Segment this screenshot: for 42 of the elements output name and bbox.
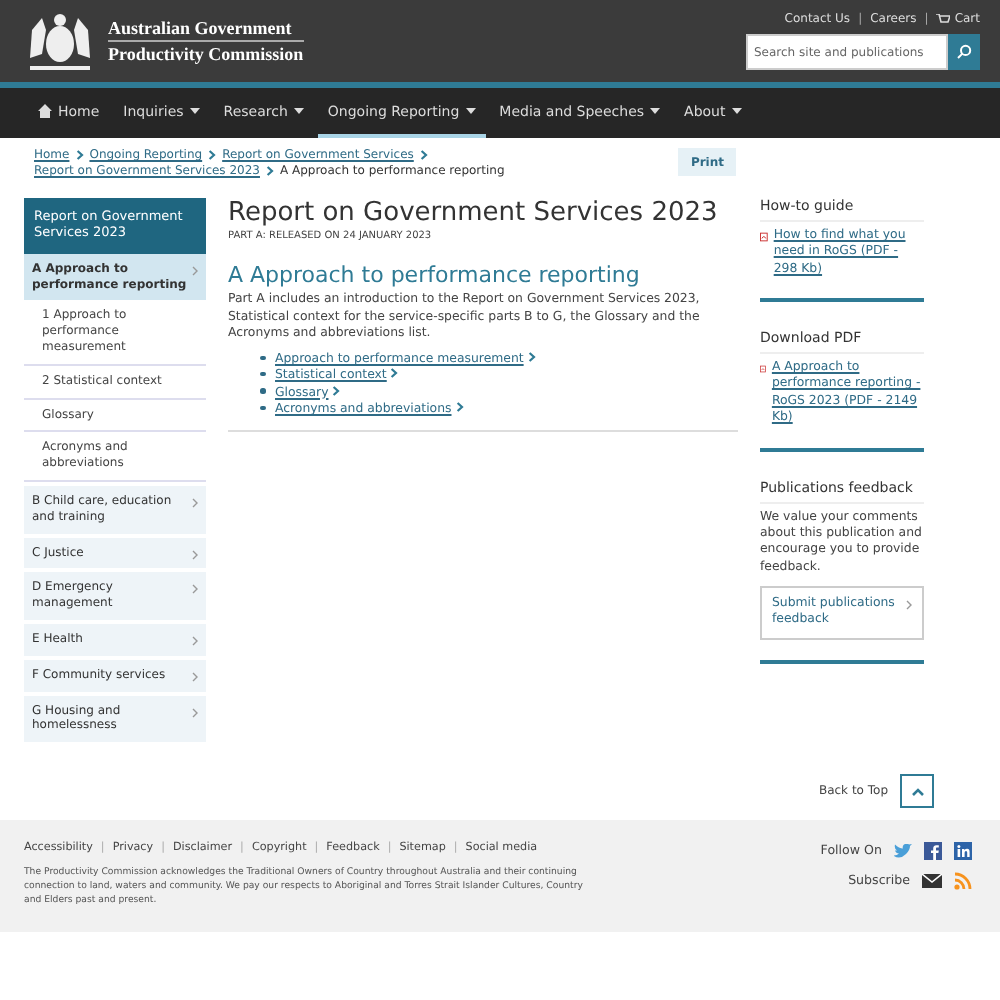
section-heading: A Approach to performance reporting [228, 262, 642, 288]
caret-icon [731, 108, 742, 114]
site-logo-text: Australian Government [108, 16, 304, 42]
chevron-icon [192, 498, 198, 509]
search-icon [956, 44, 972, 60]
bullet-icon [260, 388, 265, 394]
back-to-top-button[interactable] [900, 774, 934, 809]
chevron-icon [455, 402, 464, 413]
caret-icon [189, 108, 200, 114]
site-logo-text: Productivity Commission [108, 42, 304, 66]
bird-icon[interactable] [894, 843, 912, 860]
chevron-icon [419, 150, 428, 160]
bullet-icon [260, 355, 265, 361]
facebook-icon[interactable] [924, 842, 942, 861]
linkedin-icon[interactable] [954, 842, 972, 861]
chevron-icon [390, 368, 399, 379]
caret-icon [650, 108, 661, 114]
chevron-icon [192, 549, 198, 560]
page-title: Report on Government Services 2023 [228, 198, 720, 228]
chevron-icon [192, 707, 198, 718]
chevron-icon [192, 671, 198, 682]
home-icon [38, 104, 52, 118]
chevron-icon [75, 150, 84, 160]
coat-of-arms-icon [24, 9, 96, 73]
bullet-icon [260, 371, 265, 377]
search-button[interactable] [948, 34, 980, 70]
pdf-icon [760, 360, 766, 379]
chevron-icon [192, 584, 198, 595]
bullet-icon [260, 405, 265, 411]
chevron-up-icon [911, 787, 923, 796]
caret-icon [293, 108, 304, 114]
chevron-icon [332, 385, 341, 396]
chevron-icon [527, 352, 536, 363]
chevron-icon [192, 265, 198, 276]
chevron-icon [192, 636, 198, 647]
cart-icon [936, 13, 951, 25]
chevron-icon [208, 150, 217, 160]
pdf-icon [760, 228, 768, 246]
chevron-icon [265, 166, 274, 176]
chevron-icon [906, 599, 912, 610]
mail-icon[interactable] [922, 874, 942, 889]
caret-icon [465, 108, 476, 114]
